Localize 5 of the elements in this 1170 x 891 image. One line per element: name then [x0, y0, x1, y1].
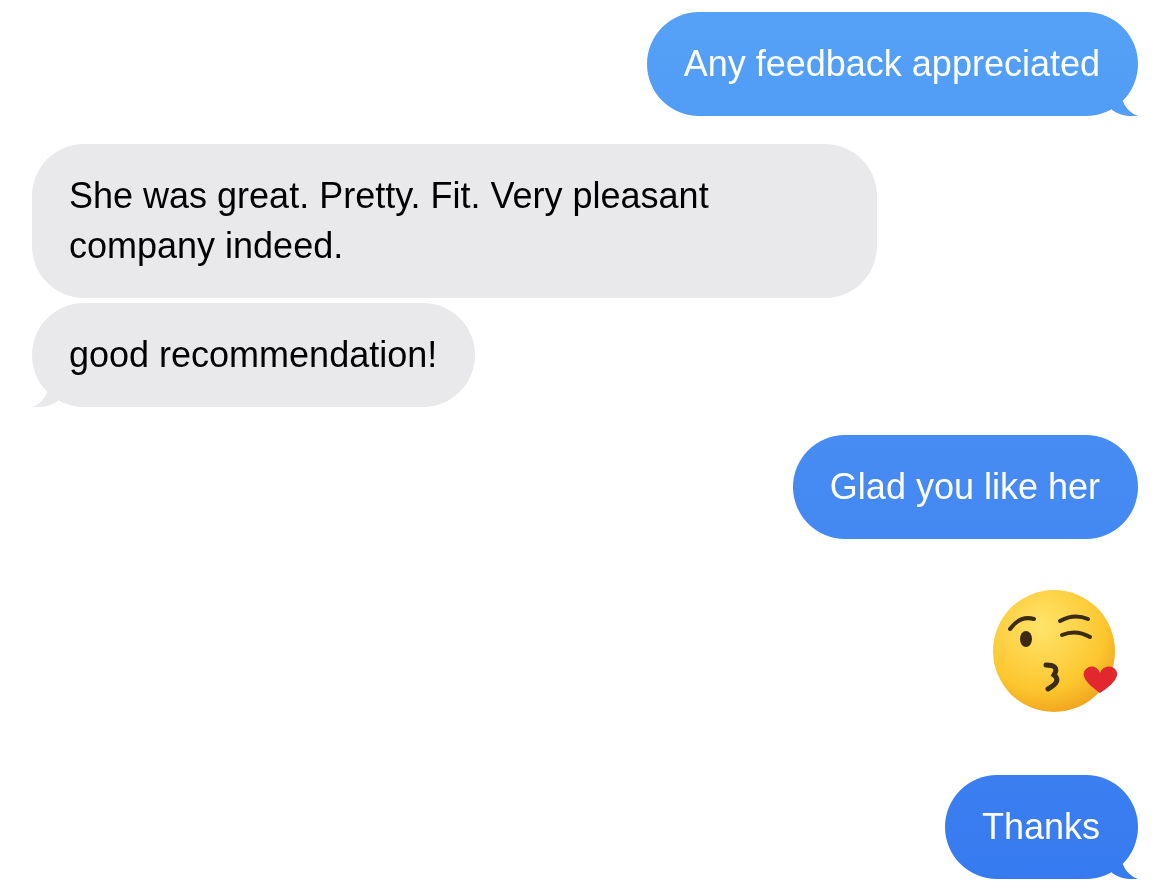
message-bubble: Any feedback appreciated — [646, 12, 1138, 116]
message-bubble: Glad you like her — [792, 435, 1138, 539]
message-bubble: She was great. Pretty. Fit. Very pleasant company indeed. — [32, 144, 877, 298]
message-bubble: good recommendation! — [32, 303, 476, 407]
message-bubble: Thanks — [944, 775, 1138, 879]
